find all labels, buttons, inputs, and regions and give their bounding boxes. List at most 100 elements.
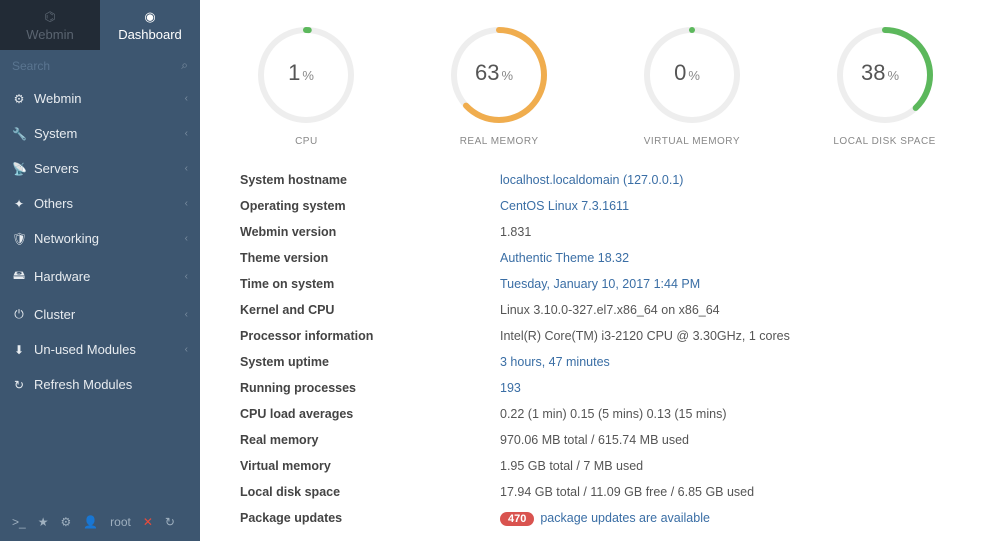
info-value[interactable]: CentOS Linux 7.3.1611 bbox=[500, 199, 629, 213]
info-row: Kernel and CPULinux 3.10.0-327.el7.x86_6… bbox=[240, 297, 951, 323]
svg-text:63%: 63% bbox=[475, 60, 513, 85]
info-value[interactable]: localhost.localdomain (127.0.0.1) bbox=[500, 173, 683, 187]
nav-icon: 🔧 bbox=[12, 127, 26, 141]
sidebar-tabs: ⌬ Webmin ◉ Dashboard bbox=[0, 0, 200, 50]
info-value: Intel(R) Core(TM) i3-2120 CPU @ 3.30GHz,… bbox=[500, 329, 790, 343]
chevron-left-icon: ‹ bbox=[185, 233, 188, 244]
search-icon[interactable]: ⌕ bbox=[181, 58, 188, 73]
nav-label: Others bbox=[34, 196, 73, 211]
chevron-left-icon: ‹ bbox=[185, 198, 188, 209]
sidebar-item-others[interactable]: ✦Others‹ bbox=[0, 186, 200, 221]
info-label: Kernel and CPU bbox=[240, 303, 500, 317]
sidebar-item-un-used-modules[interactable]: ⬇ Un-used Modules ‹ bbox=[0, 332, 200, 367]
user-icon[interactable]: 👤 bbox=[83, 515, 98, 529]
info-label: Virtual memory bbox=[240, 459, 500, 473]
main-content: 1%CPU63%REAL MEMORY0%VIRTUAL MEMORY38%LO… bbox=[200, 0, 991, 541]
info-label: Operating system bbox=[240, 199, 500, 213]
info-label: Webmin version bbox=[240, 225, 500, 239]
info-value[interactable]: Authentic Theme 18.32 bbox=[500, 251, 629, 265]
info-label: Time on system bbox=[240, 277, 500, 291]
gauge-real-memory: 63% REAL MEMORY bbox=[444, 20, 554, 147]
gauge-local-disk-space: 38%LOCAL DISK SPACE bbox=[830, 20, 940, 147]
info-label: Running processes bbox=[240, 381, 500, 395]
info-label: System uptime bbox=[240, 355, 500, 369]
search-input[interactable] bbox=[12, 59, 162, 73]
chevron-left-icon: ‹ bbox=[185, 128, 188, 139]
info-row: Webmin version1.831 bbox=[240, 219, 951, 245]
updates-badge: 470 bbox=[500, 512, 534, 526]
sidebar-item-refresh-modules[interactable]: ↻ Refresh Modules bbox=[0, 367, 200, 402]
gauge-label: CPU bbox=[295, 136, 318, 147]
nav-label: Cluster bbox=[34, 307, 75, 322]
sidebar-item-servers[interactable]: 📡 Servers ‹ bbox=[0, 151, 200, 186]
nav-label: Hardware bbox=[34, 269, 90, 284]
nav-icon: 📡 bbox=[12, 162, 26, 176]
nav-label: Webmin bbox=[34, 91, 81, 106]
updates-value[interactable]: 470package updates are available bbox=[500, 511, 710, 525]
tab-dashboard-label: Dashboard bbox=[118, 27, 182, 42]
nav-icon: 🛡 bbox=[12, 232, 26, 246]
settings-icon[interactable]: ⚙ bbox=[60, 515, 71, 529]
info-row: System hostnamelocalhost.localdomain (12… bbox=[240, 167, 951, 193]
chevron-left-icon: ‹ bbox=[185, 344, 188, 355]
nav-label: Refresh Modules bbox=[34, 377, 132, 392]
sidebar-item-hardware[interactable]: 🖴 Hardware ‹ bbox=[0, 256, 200, 297]
info-row: Virtual memory1.95 GB total / 7 MB used bbox=[240, 453, 951, 479]
nav-label: Un-used Modules bbox=[34, 342, 136, 357]
info-label: CPU load averages bbox=[240, 407, 500, 421]
info-value: 17.94 GB total / 11.09 GB free / 6.85 GB… bbox=[500, 485, 754, 499]
nav-icon: ⬇ bbox=[12, 343, 26, 357]
nav-icon: ⚙ bbox=[12, 92, 26, 106]
tab-dashboard[interactable]: ◉ Dashboard bbox=[100, 0, 200, 50]
info-value[interactable]: 193 bbox=[500, 381, 521, 395]
gauges-row: 1%CPU63%REAL MEMORY0%VIRTUAL MEMORY38%LO… bbox=[200, 0, 991, 157]
terminal-icon[interactable]: >_ bbox=[12, 515, 26, 529]
info-row: Operating systemCentOS Linux 7.3.1611 bbox=[240, 193, 951, 219]
sidebar-item-webmin[interactable]: ⚙ Webmin ‹ bbox=[0, 81, 200, 116]
info-row: Real memory970.06 MB total / 615.74 MB u… bbox=[240, 427, 951, 453]
chevron-left-icon: ‹ bbox=[185, 93, 188, 104]
nav-icon: ↻ bbox=[12, 378, 26, 392]
tab-webmin-label: Webmin bbox=[26, 27, 73, 42]
gauge-label: REAL MEMORY bbox=[460, 136, 539, 147]
gauge-cpu: 1% CPU bbox=[251, 20, 361, 147]
chevron-left-icon: ‹ bbox=[185, 309, 188, 320]
info-label: Processor information bbox=[240, 329, 500, 343]
nav-icon: ⏻ bbox=[12, 307, 26, 322]
logout-icon[interactable]: ✕ bbox=[143, 515, 153, 529]
info-label: Real memory bbox=[240, 433, 500, 447]
info-row-updates: Package updates470package updates are av… bbox=[240, 505, 951, 531]
sidebar-item-cluster[interactable]: ⏻ Cluster ‹ bbox=[0, 297, 200, 332]
svg-text:1%: 1% bbox=[288, 60, 314, 85]
info-value: Linux 3.10.0-327.el7.x86_64 on x86_64 bbox=[500, 303, 720, 317]
nav-label: System bbox=[34, 126, 77, 141]
nav-icon: 🖴 bbox=[12, 266, 26, 287]
search-row: ⌕ bbox=[0, 50, 200, 81]
info-row: Time on systemTuesday, January 10, 2017 … bbox=[240, 271, 951, 297]
info-row: Running processes193 bbox=[240, 375, 951, 401]
chevron-left-icon: ‹ bbox=[185, 271, 188, 282]
info-label: System hostname bbox=[240, 173, 500, 187]
info-row: Processor informationIntel(R) Core(TM) i… bbox=[240, 323, 951, 349]
gauge-label: VIRTUAL MEMORY bbox=[644, 136, 740, 147]
webmin-icon: ⌬ bbox=[44, 9, 55, 25]
info-row: CPU load averages0.22 (1 min) 0.15 (5 mi… bbox=[240, 401, 951, 427]
info-row: Theme versionAuthentic Theme 18.32 bbox=[240, 245, 951, 271]
refresh-icon[interactable]: ↻ bbox=[165, 515, 175, 529]
sidebar-item-system[interactable]: 🔧 System ‹ bbox=[0, 116, 200, 151]
info-value: 970.06 MB total / 615.74 MB used bbox=[500, 433, 689, 447]
info-row: Local disk space17.94 GB total / 11.09 G… bbox=[240, 479, 951, 505]
info-label: Theme version bbox=[240, 251, 500, 265]
dashboard-icon: ◉ bbox=[144, 9, 155, 25]
star-icon[interactable]: ★ bbox=[38, 515, 49, 529]
chevron-left-icon: ‹ bbox=[185, 163, 188, 174]
tab-webmin[interactable]: ⌬ Webmin bbox=[0, 0, 100, 50]
bottom-toolbar: >_ ★ ⚙ 👤 root ✕ ↻ bbox=[0, 503, 200, 541]
nav-label: Servers bbox=[34, 161, 79, 176]
info-value[interactable]: Tuesday, January 10, 2017 1:44 PM bbox=[500, 277, 700, 291]
sidebar: ⌬ Webmin ◉ Dashboard ⌕ ⚙Webmin‹🔧System‹📡… bbox=[0, 0, 200, 541]
sidebar-item-networking[interactable]: 🛡Networking‹ bbox=[0, 221, 200, 256]
info-value[interactable]: 3 hours, 47 minutes bbox=[500, 355, 610, 369]
svg-text:38%: 38% bbox=[861, 60, 899, 85]
user-label: root bbox=[110, 515, 131, 529]
